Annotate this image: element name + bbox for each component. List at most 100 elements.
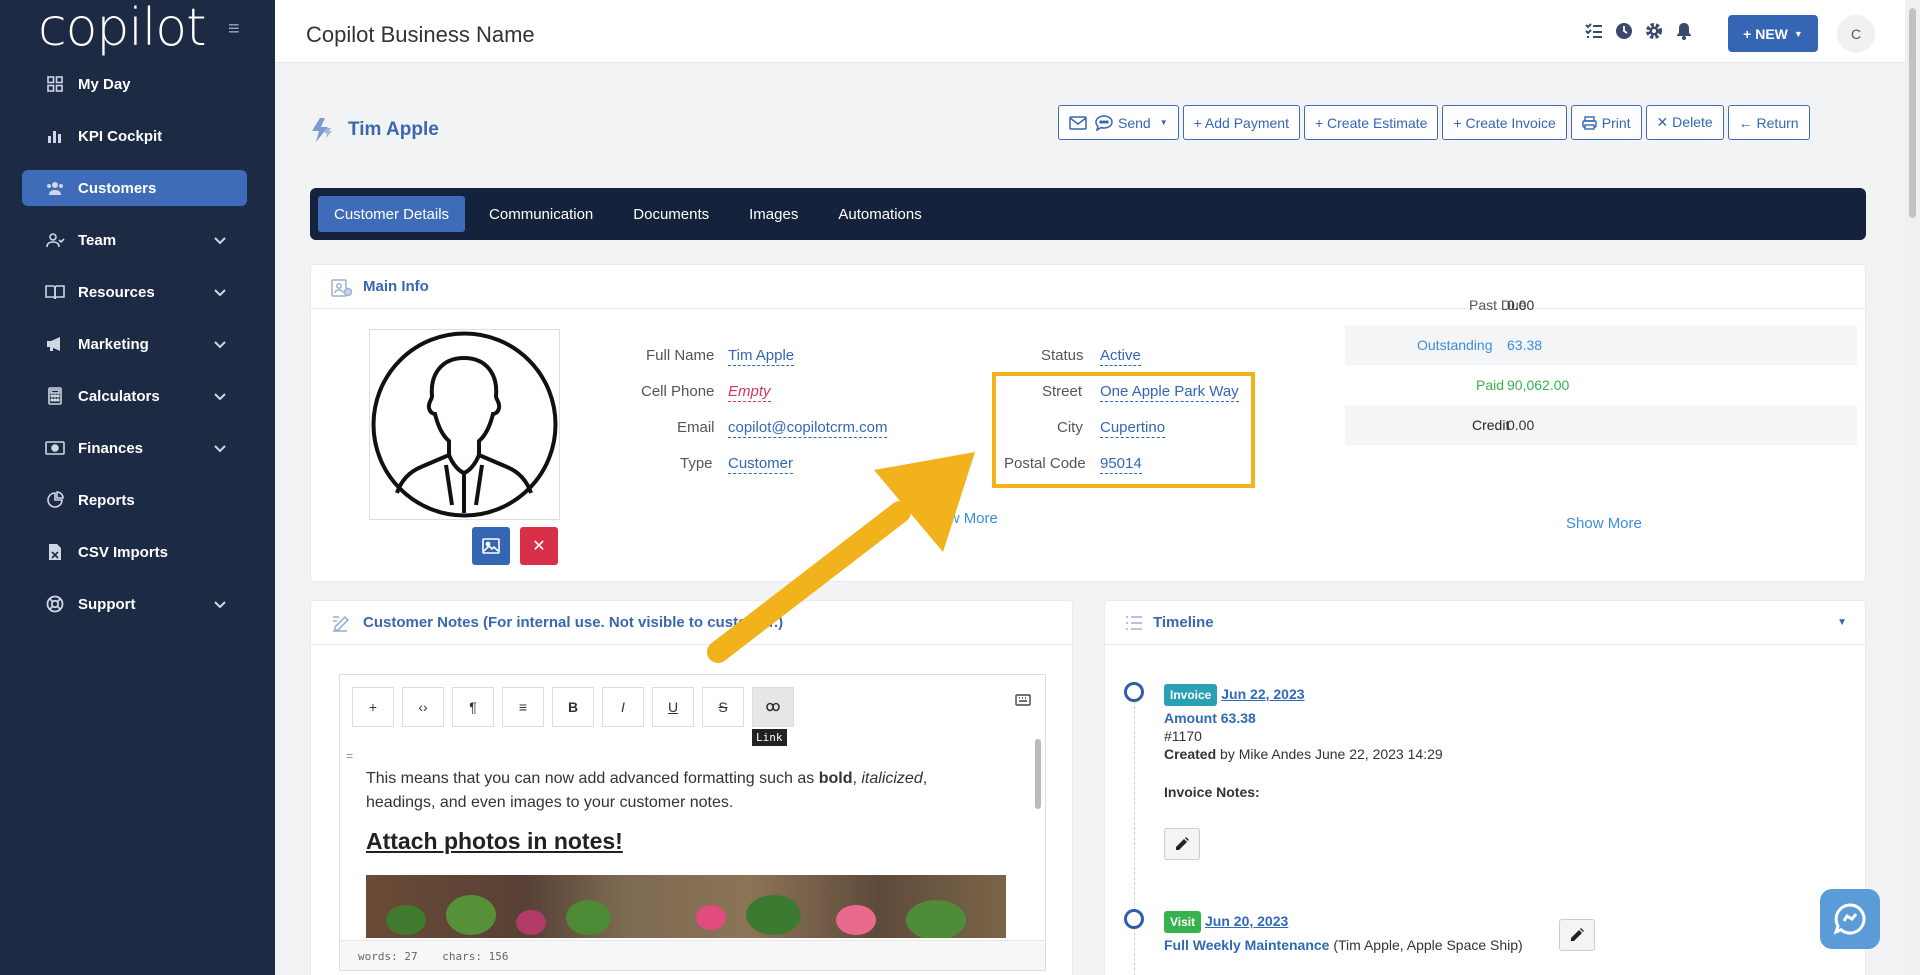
tab-documents[interactable]: Documents (617, 196, 725, 232)
top-icons (1585, 22, 1693, 40)
create-invoice-button[interactable]: + Create Invoice (1442, 105, 1567, 140)
email-value[interactable]: copilot@copilotcrm.com (728, 419, 888, 438)
timeline-entry-head: Invoice Jun 22, 2023 (1164, 684, 1764, 706)
sidebar-item-label: Calculators (78, 387, 160, 405)
sidebar-item-reports[interactable]: Reports (22, 482, 247, 518)
avatar[interactable]: C (1837, 15, 1875, 53)
task-list-icon[interactable] (1585, 22, 1603, 40)
editor-content[interactable]: This means that you can now add advanced… (366, 767, 986, 853)
new-button-label: + NEW (1743, 25, 1788, 42)
underline-button[interactable]: U (652, 687, 694, 727)
tab-automations[interactable]: Automations (822, 196, 937, 232)
sidebar-item-support[interactable]: Support (22, 586, 247, 622)
visit-badge: Visit (1164, 911, 1202, 933)
upload-photo-button[interactable] (472, 527, 510, 565)
service-detail: (Tim Apple, Apple Space Ship) (1329, 937, 1523, 953)
bolt-icon (312, 118, 332, 142)
paragraph-button[interactable]: ¶ (452, 687, 494, 727)
char-count: chars: 156 (442, 950, 509, 963)
sidebar-item-team[interactable]: Team (22, 222, 247, 258)
sidebar-item-label: My Day (78, 75, 131, 93)
customer-photo (369, 329, 560, 520)
notes-editor[interactable]: + ‹› ¶ ≡ B I U S Link = This means that … (339, 674, 1046, 971)
show-more-financials-link[interactable]: Show More (1566, 515, 1642, 532)
chevron-down-icon[interactable] (211, 595, 229, 613)
italic-text: italicized (861, 770, 923, 787)
book-icon (44, 282, 66, 302)
sidebar: copilot ≡ My Day KPI Cockpit Customers T… (0, 0, 275, 975)
italic-button[interactable]: I (602, 687, 644, 727)
insert-button[interactable]: + (352, 687, 394, 727)
print-button[interactable]: Print (1570, 105, 1642, 140)
edit-visit-button[interactable] (1559, 919, 1595, 951)
financial-label: Credit (1472, 417, 1510, 433)
return-button[interactable]: ← Return (1727, 105, 1810, 140)
remove-photo-button[interactable]: ✕ (520, 527, 558, 565)
chevron-down-icon[interactable] (211, 387, 229, 405)
gear-icon[interactable] (1645, 22, 1663, 40)
full-name-value[interactable]: Tim Apple (728, 347, 795, 366)
pie-chart-icon (44, 490, 66, 510)
tab-communication[interactable]: Communication (473, 196, 609, 232)
timeline-title: Timeline (1153, 614, 1214, 631)
sidebar-item-customers[interactable]: Customers (22, 170, 247, 206)
new-button[interactable]: + NEW ▼ (1728, 15, 1818, 52)
timeline-card: Timeline ▼ Invoice Jun 22, 2023 Amount 6… (1104, 600, 1866, 975)
garden-photo (366, 875, 1006, 938)
chevron-down-icon[interactable] (211, 283, 229, 301)
service-link[interactable]: Full Weekly Maintenance (1164, 937, 1329, 953)
sidebar-item-finances[interactable]: Finances (22, 430, 247, 466)
sidebar-item-calculators[interactable]: Calculators (22, 378, 247, 414)
chevron-down-icon[interactable] (211, 439, 229, 457)
link-button[interactable] (752, 687, 794, 727)
status-value[interactable]: Active (1100, 347, 1141, 366)
timeline-date-link[interactable]: Jun 22, 2023 (1221, 686, 1304, 702)
edit-note-icon (333, 615, 350, 632)
page-scrollbar[interactable] (1905, 0, 1920, 975)
created-label: Created (1164, 746, 1217, 762)
sidebar-item-label: Support (78, 595, 136, 613)
page-scrollbar-thumb[interactable] (1909, 8, 1916, 218)
cell-phone-value[interactable]: Empty (728, 383, 771, 402)
caret-down-icon[interactable]: ▼ (1837, 617, 1847, 628)
timeline-entry-visit: Visit Jun 20, 2023 Full Weekly Maintenan… (1164, 911, 1764, 953)
sidebar-item-label: Customers (78, 179, 157, 197)
sidebar-item-resources[interactable]: Resources (22, 274, 247, 310)
delete-button[interactable]: ✕ Delete (1645, 105, 1724, 140)
send-button[interactable]: Send ▼ (1058, 105, 1179, 140)
caret-down-icon: ▼ (1793, 28, 1803, 39)
add-payment-button[interactable]: + Add Payment (1182, 105, 1300, 140)
csv-file-icon (44, 542, 66, 562)
text-run: This means that you can now add advanced… (366, 770, 819, 787)
sidebar-item-label: Marketing (78, 335, 149, 353)
chat-widget-button[interactable] (1820, 889, 1880, 949)
edit-invoice-button[interactable] (1164, 828, 1200, 860)
strikethrough-button[interactable]: S (702, 687, 744, 727)
sidebar-item-marketing[interactable]: Marketing (22, 326, 247, 362)
menu-toggle-icon[interactable]: ≡ (228, 18, 240, 41)
chevron-down-icon[interactable] (211, 231, 229, 249)
bold-button[interactable]: B (552, 687, 594, 727)
editor-scrollbar[interactable] (1035, 739, 1041, 809)
financial-row-credit: Credit 0.00 (1345, 405, 1857, 445)
drag-handle-icon[interactable]: = (346, 749, 353, 763)
tab-images[interactable]: Images (733, 196, 814, 232)
tab-customer-details[interactable]: Customer Details (318, 196, 466, 232)
bell-icon[interactable] (1675, 22, 1693, 40)
main-info-title: Main Info (363, 278, 429, 295)
sidebar-item-my-day[interactable]: My Day (22, 66, 247, 102)
clock-icon[interactable] (1615, 22, 1633, 40)
sidebar-item-kpi-cockpit[interactable]: KPI Cockpit (22, 118, 247, 154)
invoice-amount[interactable]: Amount 63.38 (1164, 710, 1764, 726)
timeline-date-link[interactable]: Jun 20, 2023 (1205, 913, 1288, 929)
keyboard-icon[interactable] (1015, 693, 1031, 710)
chevron-down-icon[interactable] (211, 335, 229, 353)
business-name: Copilot Business Name (306, 22, 535, 47)
id-card-icon (331, 278, 353, 297)
timeline-header: Timeline ▼ (1105, 601, 1865, 645)
align-button[interactable]: ≡ (502, 687, 544, 727)
sidebar-item-csv-imports[interactable]: CSV Imports (22, 534, 247, 570)
editor-paragraph: This means that you can now add advanced… (366, 767, 986, 815)
code-button[interactable]: ‹› (402, 687, 444, 727)
create-estimate-button[interactable]: + Create Estimate (1303, 105, 1439, 140)
